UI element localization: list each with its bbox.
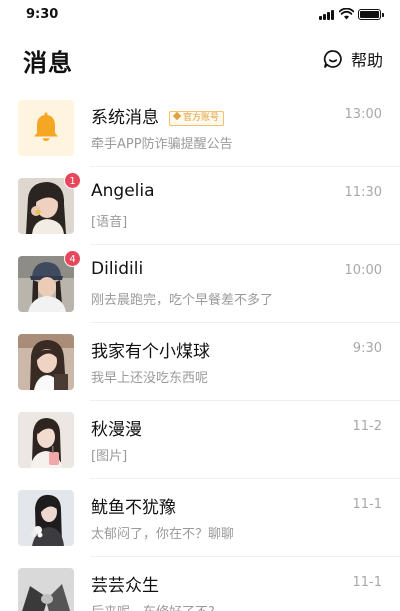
avatar-photo <box>18 334 74 390</box>
chat-help-icon <box>323 50 342 68</box>
conversation-time: 9:30 <box>352 341 382 356</box>
conversation-list: 系统消息 官方账号 牵手APP防诈骗提醒公告 13:00 1 Angelia [语… <box>0 89 400 611</box>
conversation-name: 我家有个小煤球 <box>91 342 210 362</box>
bell-icon <box>34 112 58 141</box>
conversation-preview: [语音] <box>91 215 128 230</box>
conversation-row-angelia[interactable]: 1 Angelia [语音] 11:30 <box>0 167 400 245</box>
page-title: 消息 <box>23 49 73 77</box>
conversation-row-xiaomeiqiu[interactable]: 我家有个小煤球 我早上还没吃东西呢 9:30 <box>0 323 400 401</box>
conversation-name: 系统消息 官方账号 <box>91 103 225 128</box>
official-account-badge: 官方账号 <box>169 111 225 126</box>
avatar-yunyun <box>18 568 74 611</box>
conversation-row-qiumanman[interactable]: 秋漫漫 [图片] 11-2 <box>0 401 400 479</box>
wifi-icon <box>339 8 354 20</box>
conversation-preview: 牵手APP防诈骗提醒公告 <box>91 137 233 152</box>
avatar-youyu <box>18 490 74 546</box>
conversation-name: Angelia <box>91 181 155 201</box>
conversation-time: 11-1 <box>352 575 382 590</box>
conversation-preview: [图片] <box>91 449 128 464</box>
conversation-name: 秋漫漫 <box>91 420 142 440</box>
conversation-time: 13:00 <box>344 107 382 122</box>
conversation-name: Dilidili <box>91 259 144 279</box>
avatar-photo <box>18 568 74 611</box>
conversation-row-yunyun[interactable]: 芸芸众生 后来呢，车修好了不? 11-1 <box>0 557 400 611</box>
avatar-photo <box>18 412 74 468</box>
unread-badge: 1 <box>64 172 81 189</box>
conversation-row-youyu[interactable]: 鱿鱼不犹豫 太郁闷了，你在不？聊聊 11-1 <box>0 479 400 557</box>
avatar-qiumanman <box>18 412 74 468</box>
system-avatar <box>18 100 74 156</box>
conversation-time: 10:00 <box>344 263 382 278</box>
signal-icon <box>319 10 336 20</box>
battery-icon <box>358 9 384 20</box>
status-bar: 9:30 <box>0 0 400 30</box>
avatar-xiaomeiqiu <box>18 334 74 390</box>
header: 消息 帮助 <box>0 30 400 92</box>
help-button[interactable]: 帮助 <box>323 46 383 72</box>
diamond-icon <box>172 111 182 121</box>
unread-badge: 4 <box>64 250 81 267</box>
conversation-name: 芸芸众生 <box>91 576 159 596</box>
conversation-time: 11:30 <box>344 185 382 200</box>
conversation-preview: 刚去晨跑完，吃个早餐差不多了 <box>91 293 274 308</box>
conversation-preview: 太郁闷了，你在不？聊聊 <box>91 527 235 542</box>
help-label: 帮助 <box>351 51 384 70</box>
conversation-preview: 后来呢，车修好了不? <box>91 601 215 611</box>
avatar-photo <box>18 490 74 546</box>
conversation-preview: 我早上还没吃东西呢 <box>91 371 209 386</box>
conversation-row-dilidili[interactable]: 4 Dilidili 刚去晨跑完，吃个早餐差不多了 10:00 <box>0 245 400 323</box>
conversation-time: 11-1 <box>352 497 382 512</box>
conversation-time: 11-2 <box>352 419 382 434</box>
conversation-row-system[interactable]: 系统消息 官方账号 牵手APP防诈骗提醒公告 13:00 <box>0 89 400 167</box>
conversation-name: 鱿鱼不犹豫 <box>91 498 176 518</box>
